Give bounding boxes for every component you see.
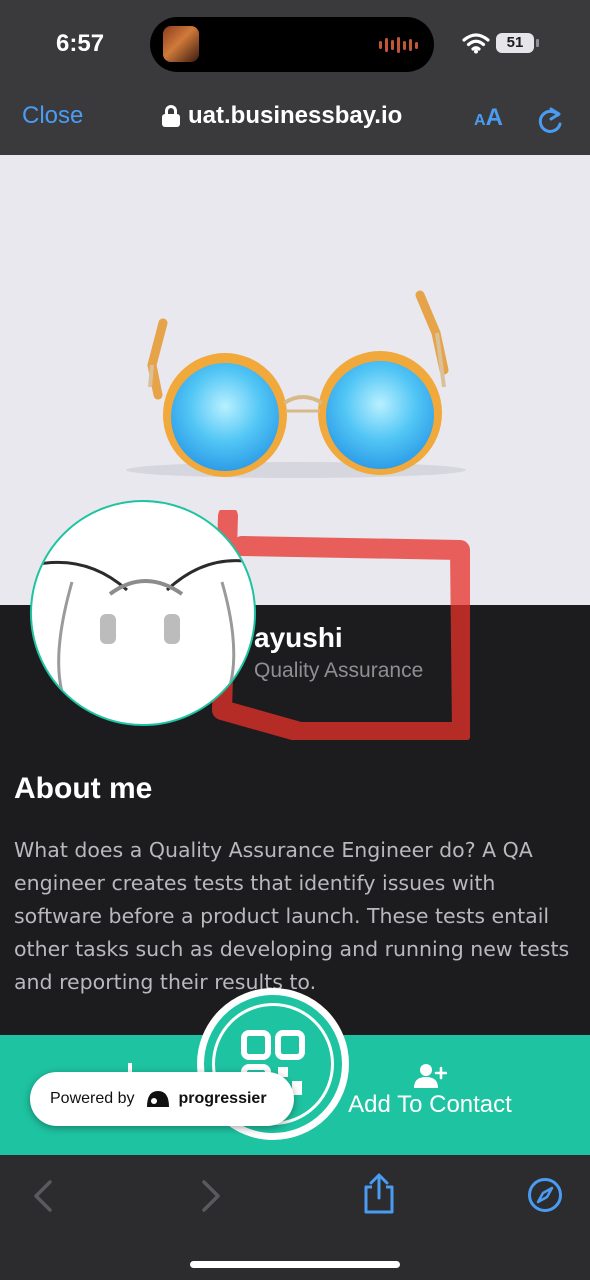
powered-by-label: Powered by	[50, 1090, 135, 1107]
dynamic-island[interactable]	[150, 17, 434, 72]
text-size-big-glyph: A	[485, 104, 503, 131]
home-indicator[interactable]	[190, 1261, 400, 1268]
profile-role: Quality Assurance	[254, 659, 424, 682]
progressier-logo-icon	[146, 1091, 169, 1107]
forward-icon[interactable]	[200, 1179, 222, 1213]
audio-waveform-icon	[379, 37, 418, 53]
url-text: uat.businessbay.io	[188, 102, 403, 129]
status-time: 6:57	[56, 30, 105, 57]
wifi-icon	[462, 33, 490, 54]
person-add-icon	[414, 1064, 447, 1088]
url-bar[interactable]: uat.businessbay.io	[162, 102, 402, 130]
add-to-contact-label: Add To Contact	[348, 1091, 512, 1118]
bottom-toolbar	[0, 1155, 590, 1280]
powered-by-badge[interactable]: Powered by progressier	[30, 1072, 294, 1126]
progressier-brand: progressier	[178, 1090, 267, 1107]
reload-icon[interactable]	[536, 106, 564, 136]
eyeglasses-image	[32, 559, 254, 693]
text-size-small-glyph: A	[474, 112, 486, 129]
share-icon[interactable]	[362, 1173, 396, 1215]
back-icon[interactable]	[32, 1179, 54, 1213]
text-size-button[interactable]: AA	[474, 104, 503, 132]
lock-icon	[162, 105, 180, 127]
profile-name: ayushi	[254, 622, 343, 653]
about-heading: About me	[14, 772, 153, 805]
about-text: What does a Quality Assurance Engineer d…	[14, 838, 570, 994]
battery-icon: 51	[496, 33, 539, 53]
now-playing-artwork	[163, 26, 199, 62]
status-bar: 6:57 51	[0, 0, 590, 90]
compass-icon[interactable]	[527, 1177, 563, 1213]
browser-header: Close uat.businessbay.io AA	[0, 90, 590, 155]
add-to-contact-button[interactable]: Add To Contact	[340, 1063, 520, 1123]
close-button[interactable]: Close	[22, 102, 83, 130]
profile-avatar[interactable]	[30, 500, 256, 726]
